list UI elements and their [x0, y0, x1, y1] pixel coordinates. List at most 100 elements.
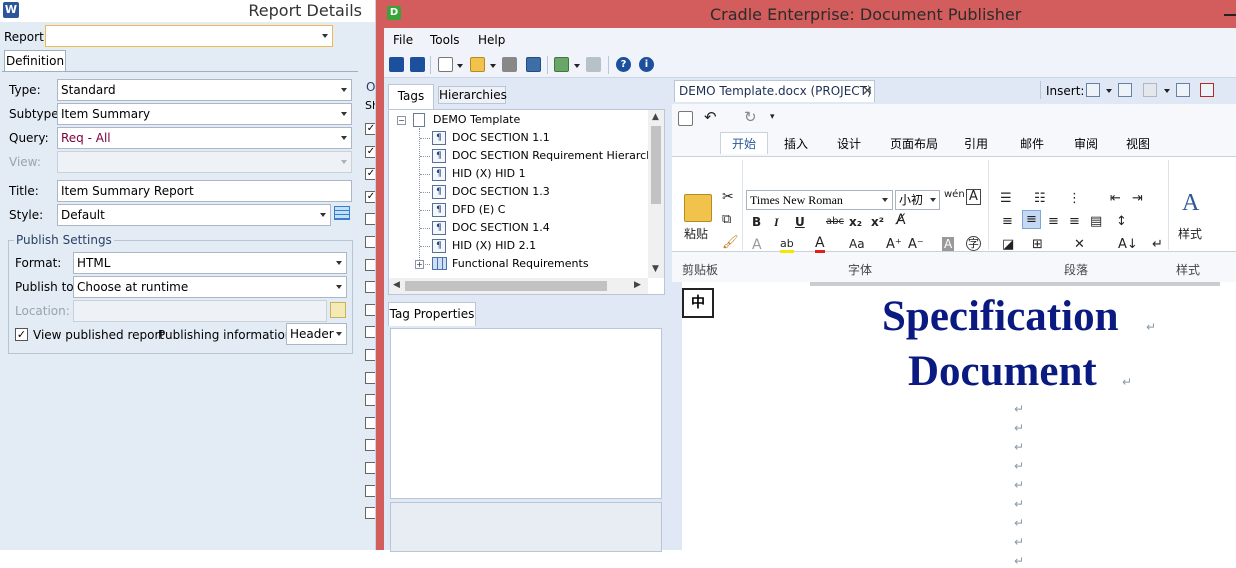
multilevel-list-icon[interactable]: ⋮: [1068, 191, 1081, 206]
character-border-icon[interactable]: A: [966, 189, 981, 205]
grow-font-icon[interactable]: A⁺: [886, 237, 902, 252]
insert-sum-icon[interactable]: [1200, 83, 1214, 97]
save-icon[interactable]: [526, 57, 541, 72]
line-spacing-icon[interactable]: ↕: [1116, 214, 1127, 229]
tree-item[interactable]: DOC SECTION 1.4: [452, 219, 550, 237]
italic-button[interactable]: I: [774, 215, 779, 230]
character-shading-icon[interactable]: A: [942, 237, 955, 251]
tools-icon[interactable]: [502, 57, 517, 72]
menu-help[interactable]: Help: [478, 33, 505, 47]
type-combo[interactable]: Standard: [57, 79, 352, 101]
scroll-down-icon[interactable]: ▼: [652, 264, 659, 274]
chevron-down-icon[interactable]: [1164, 89, 1170, 93]
insert-paragraph-icon[interactable]: [1086, 83, 1100, 97]
format-combo[interactable]: HTML: [73, 252, 347, 274]
text-effect-icon[interactable]: A: [752, 237, 762, 253]
align-center-icon[interactable]: ≡: [1022, 210, 1041, 229]
subtype-combo[interactable]: Item Summary: [57, 103, 352, 125]
chevron-down-icon[interactable]: [1106, 89, 1112, 93]
tree-item[interactable]: DOC SECTION 1.1: [452, 129, 550, 147]
side-checkbox[interactable]: ✓: [365, 190, 375, 203]
collapse-icon[interactable]: −: [397, 116, 406, 125]
scroll-thumb[interactable]: [651, 126, 661, 204]
tree-item[interactable]: DOC SECTION Requirement Hierarchy: [452, 147, 660, 165]
tab-definition[interactable]: Definition: [4, 50, 66, 72]
numbering-icon[interactable]: ☷: [1034, 191, 1046, 206]
clear-format-icon[interactable]: A̸: [896, 212, 906, 228]
shrink-font-icon[interactable]: A⁻: [908, 237, 924, 252]
open-folder-icon[interactable]: [470, 57, 485, 72]
help-icon[interactable]: ?: [616, 57, 631, 72]
tree-item[interactable]: DOC SECTION 1.3: [452, 183, 550, 201]
key-icon[interactable]: [389, 57, 404, 72]
superscript-button[interactable]: x²: [871, 215, 884, 229]
ribbon-tab[interactable]: 邮件: [1020, 135, 1044, 152]
tab-tags[interactable]: Tags: [388, 84, 434, 109]
styles-icon[interactable]: A: [1182, 190, 1199, 217]
side-checkbox[interactable]: ✓: [365, 123, 375, 135]
ime-indicator[interactable]: 中: [682, 288, 714, 318]
undo-icon[interactable]: ↶: [704, 108, 717, 126]
side-checkbox[interactable]: [365, 281, 375, 294]
side-checkbox[interactable]: [365, 484, 375, 497]
menu-file[interactable]: File: [393, 33, 413, 47]
side-checkbox[interactable]: ✓: [365, 145, 375, 158]
style-table-icon[interactable]: [334, 206, 350, 220]
cut-icon[interactable]: ✂: [722, 189, 734, 205]
side-checkbox[interactable]: [365, 507, 375, 520]
align-right-icon[interactable]: ≡: [1048, 214, 1059, 229]
insert-grid-icon[interactable]: [1176, 83, 1190, 97]
side-checkbox[interactable]: [365, 439, 375, 452]
enclosed-character-icon[interactable]: 字: [966, 236, 981, 251]
style-combo[interactable]: Default: [57, 204, 331, 226]
new-document-icon[interactable]: [438, 57, 453, 72]
chevron-down-icon[interactable]: [490, 64, 496, 68]
ribbon-tab[interactable]: 设计: [837, 135, 861, 152]
strikethrough-button[interactable]: abc: [826, 216, 844, 227]
align-left-icon[interactable]: ≡: [1002, 214, 1013, 229]
ribbon-tab[interactable]: 页面布局: [890, 135, 938, 152]
menu-tools[interactable]: Tools: [430, 33, 460, 47]
underline-button[interactable]: U: [795, 215, 805, 229]
highlight-icon[interactable]: ab: [780, 237, 794, 253]
side-checkbox[interactable]: ✓: [365, 168, 375, 181]
show-marks-icon[interactable]: ↵: [1152, 237, 1163, 252]
chevron-down-icon[interactable]: [457, 64, 463, 68]
document-page[interactable]: 中 Specification ↵ Document ↵ ↵ ↵ ↵ ↵ ↵ ↵ ↵ ↵ ↵: [682, 282, 1236, 568]
scroll-up-icon[interactable]: ▲: [652, 112, 659, 122]
sort-icon[interactable]: A↓: [1118, 237, 1138, 252]
ribbon-tab[interactable]: 审阅: [1074, 135, 1098, 152]
view-published-checkbox[interactable]: ✓: [15, 328, 28, 341]
chinese-layout-icon[interactable]: ✕: [1074, 237, 1085, 252]
insert-table-icon[interactable]: [1118, 83, 1132, 97]
tree-item[interactable]: HID (X) HID 2.1: [452, 237, 536, 255]
subscript-button[interactable]: x₂: [849, 215, 862, 229]
ribbon-tab[interactable]: 视图: [1126, 135, 1150, 152]
side-checkbox[interactable]: [365, 303, 375, 316]
styles-label[interactable]: 样式: [1178, 225, 1202, 242]
change-case-button[interactable]: Aa: [849, 237, 865, 251]
expand-icon[interactable]: +: [415, 260, 424, 269]
side-checkbox[interactable]: [365, 416, 375, 429]
side-checkbox[interactable]: [365, 394, 375, 407]
tab-hierarchies[interactable]: Hierarchies: [438, 86, 507, 104]
tab-document[interactable]: DEMO Template.docx (PROJECT) ✕: [674, 80, 875, 102]
phonetic-guide-icon[interactable]: wén: [944, 189, 965, 200]
distributed-icon[interactable]: ▤: [1090, 214, 1102, 229]
format-painter-icon[interactable]: 🖌: [722, 235, 739, 250]
tree-item[interactable]: Functional Requirements: [452, 255, 589, 273]
tree-root[interactable]: DEMO Template: [433, 111, 520, 129]
ribbon-tab[interactable]: 引用: [964, 135, 988, 152]
publishing-info-combo[interactable]: Header: [286, 323, 347, 345]
publish-to-combo[interactable]: Choose at runtime: [73, 276, 347, 298]
scroll-right-icon[interactable]: ▶: [634, 280, 641, 290]
ribbon-tab[interactable]: 开始: [720, 132, 769, 154]
tree-horizontal-scrollbar[interactable]: ◀ ▶: [389, 278, 648, 294]
paste-icon[interactable]: [684, 194, 712, 222]
ribbon-tab[interactable]: 插入: [784, 135, 808, 152]
side-checkbox[interactable]: [365, 258, 375, 271]
side-checkbox[interactable]: [365, 462, 375, 474]
export-icon[interactable]: [554, 57, 569, 72]
side-checkbox[interactable]: [365, 349, 375, 361]
customize-icon[interactable]: ▾: [770, 112, 775, 122]
